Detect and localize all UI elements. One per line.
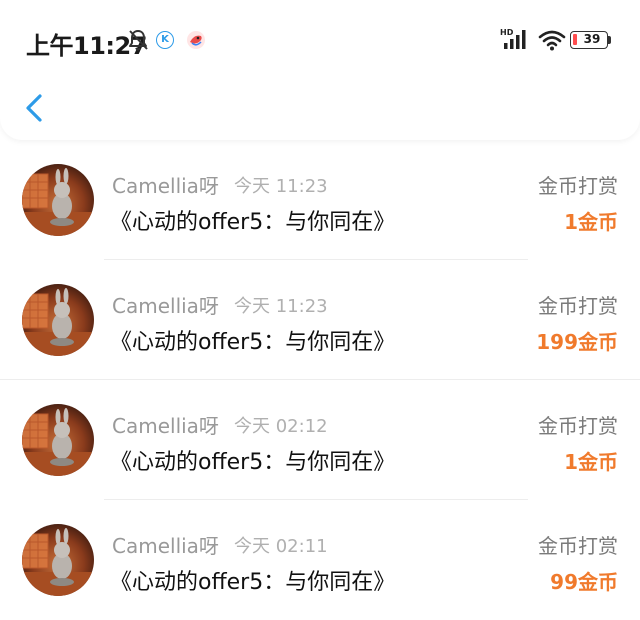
reward-amount: 1金币 [564, 210, 618, 234]
list-item[interactable]: Camellia呀 今天 11:23 《心动的offer5：与你同在》 金币打赏… [0, 260, 640, 380]
reward-type: 金币打赏 [538, 174, 618, 198]
list-item[interactable]: Camellia呀 今天 11:23 《心动的offer5：与你同在》 金币打赏… [0, 140, 640, 260]
battery-nub [608, 36, 611, 44]
reward-amount: 199金币 [536, 330, 618, 354]
timestamp: 今天 02:12 [234, 416, 328, 437]
top-bar: 上午11:27 K HD 39 [0, 0, 640, 140]
svg-text:HD: HD [500, 28, 514, 37]
timestamp: 今天 02:11 [234, 536, 328, 557]
work-title: 《心动的offer5：与你同在》 [110, 330, 396, 355]
username: Camellia呀 [112, 294, 219, 318]
reward-type: 金币打赏 [538, 294, 618, 318]
avatar [22, 404, 94, 476]
avatar [22, 164, 94, 236]
reward-list: Camellia呀 今天 11:23 《心动的offer5：与你同在》 金币打赏… [0, 140, 640, 620]
back-button[interactable] [18, 88, 54, 128]
username: Camellia呀 [112, 414, 219, 438]
avatar [22, 524, 94, 596]
timestamp: 今天 11:23 [234, 176, 328, 197]
list-item[interactable]: Camellia呀 今天 02:12 《心动的offer5：与你同在》 金币打赏… [0, 380, 640, 500]
reward-type: 金币打赏 [538, 414, 618, 438]
work-title: 《心动的offer5：与你同在》 [110, 450, 396, 475]
reward-amount: 1金币 [564, 450, 618, 474]
wifi-icon [538, 30, 566, 51]
work-title: 《心动的offer5：与你同在》 [110, 210, 396, 235]
battery-level [573, 34, 577, 45]
timestamp: 今天 11:23 [234, 296, 328, 317]
hd-signal-icon: HD [500, 28, 526, 49]
bell-off-icon [129, 30, 148, 51]
username: Camellia呀 [112, 174, 219, 198]
battery-icon: 39 [570, 31, 608, 49]
bird-app-icon [187, 31, 205, 49]
battery-text: 39 [583, 32, 601, 46]
username: Camellia呀 [112, 534, 219, 558]
work-title: 《心动的offer5：与你同在》 [110, 570, 396, 595]
k-app-icon: K [156, 31, 174, 49]
list-item[interactable]: Camellia呀 今天 02:11 《心动的offer5：与你同在》 金币打赏… [0, 500, 640, 620]
avatar [22, 284, 94, 356]
reward-type: 金币打赏 [538, 534, 618, 558]
reward-amount: 99金币 [550, 570, 618, 594]
